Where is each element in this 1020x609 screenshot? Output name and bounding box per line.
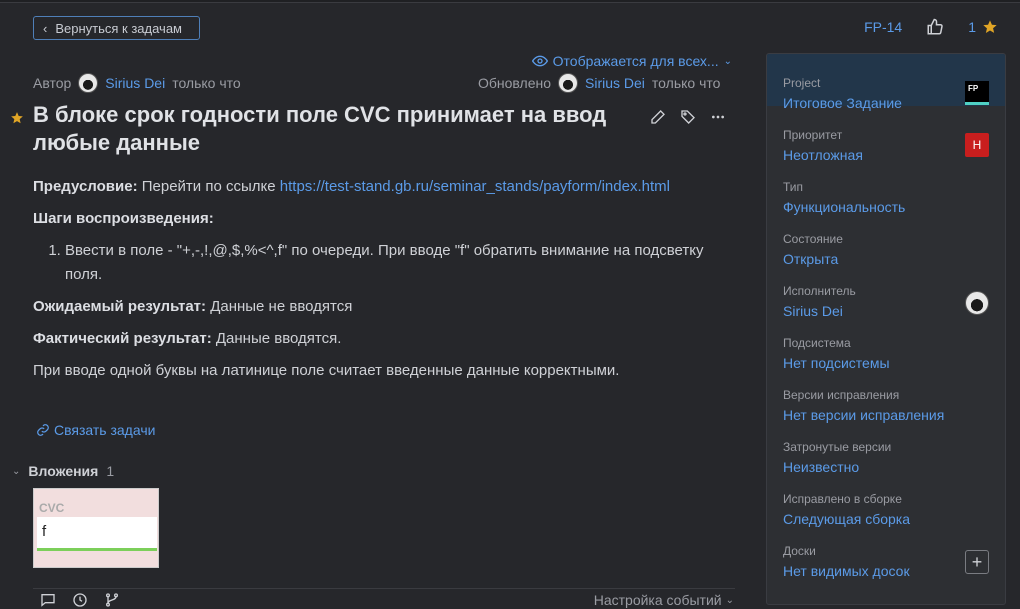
updated-meta: Обновлено Sirius Dei только что	[478, 73, 721, 93]
attachments-label: Вложения	[28, 463, 99, 479]
author-time: только что	[172, 75, 241, 91]
event-settings-button[interactable]: Настройка событий ⌄	[594, 592, 734, 608]
link-icon	[37, 424, 49, 436]
issue-note: При вводе одной буквы на латинице поле с…	[33, 362, 620, 379]
actual-result: Фактический результат: Данные вводятся.	[33, 327, 723, 351]
avatar	[965, 291, 989, 315]
thumb-up-icon[interactable]	[926, 18, 944, 36]
issue-description: Предусловие: Перейти по ссылке https://t…	[33, 175, 723, 391]
chevron-down-icon: ⌄	[12, 465, 21, 477]
thumbnail-value: f	[42, 523, 47, 540]
field-value[interactable]: Нет видимых досок	[783, 563, 910, 579]
field-label: Исправлено в сборке	[783, 492, 902, 506]
field-type[interactable]: Тип Функциональность	[767, 158, 1005, 215]
priority-icon: H	[965, 133, 989, 157]
field-fix-versions[interactable]: Версии исправления Нет версии исправлени…	[767, 366, 1005, 423]
author-meta: Автор Sirius Dei только что	[33, 73, 241, 93]
author-name-link[interactable]: Sirius Dei	[105, 75, 165, 91]
activity-tabs	[40, 592, 120, 608]
expected-text: Данные не вводятся	[206, 298, 353, 315]
field-state[interactable]: Состояние Открыта	[767, 210, 1005, 267]
divider	[33, 588, 735, 589]
field-label: Состояние	[783, 232, 843, 246]
author-label: Автор	[33, 75, 72, 91]
issue-header-actions: FP-14 1	[864, 16, 998, 38]
field-project[interactable]: Project Итоговое Задание FP	[767, 54, 1005, 111]
issue-fields-panel: Project Итоговое Задание FP Приоритет Не…	[766, 53, 1006, 605]
more-icon[interactable]	[710, 109, 726, 125]
actual-text: Данные вводятся.	[211, 330, 342, 347]
star-icon[interactable]	[982, 19, 998, 35]
field-boards[interactable]: Доски Нет видимых досок +	[767, 522, 1005, 579]
attachment-thumbnail[interactable]: CVC f	[33, 488, 159, 568]
field-label: Тип	[783, 180, 804, 194]
field-priority[interactable]: Приоритет Неотложная H	[767, 106, 1005, 163]
tag-icon[interactable]	[680, 109, 696, 125]
branch-icon[interactable]	[104, 592, 120, 608]
pencil-icon[interactable]	[650, 109, 666, 125]
link-issues-label: Связать задачи	[54, 422, 156, 438]
chevron-down-icon: ⌄	[725, 594, 734, 606]
field-fixed-in-build[interactable]: Исправлено в сборке Следующая сборка	[767, 470, 1005, 527]
field-affected-versions[interactable]: Затронутые версии Неизвестно	[767, 418, 1005, 475]
field-label: Исполнитель	[783, 284, 856, 298]
back-button-label: Вернуться к задачам	[55, 20, 182, 36]
back-to-issues-button[interactable]: ‹ Вернуться к задачам	[33, 16, 200, 40]
field-assignee[interactable]: Исполнитель Sirius Dei	[767, 262, 1005, 319]
link-issues-button[interactable]: Связать задачи	[36, 422, 155, 438]
avatar[interactable]	[558, 73, 579, 93]
avatar[interactable]	[78, 73, 99, 93]
field-label: Затронутые версии	[783, 440, 892, 454]
field-label: Доски	[783, 544, 816, 558]
expected-label: Ожидаемый результат:	[33, 298, 207, 315]
issue-title: В блоке срок годности поле CVC принимает…	[33, 102, 607, 155]
precondition-text: Перейти по ссылке	[137, 178, 280, 195]
comment-icon[interactable]	[40, 592, 56, 608]
field-label: Приоритет	[783, 128, 843, 142]
chevron-down-icon: ⌄	[723, 55, 732, 67]
updated-name-link[interactable]: Sirius Dei	[585, 75, 645, 91]
precondition: Предусловие: Перейти по ссылке https://t…	[33, 175, 723, 199]
updated-time: только что	[651, 75, 721, 91]
history-icon[interactable]	[72, 592, 88, 608]
expected-result: Ожидаемый результат: Данные не вводятся	[33, 295, 723, 319]
project-icon: FP	[965, 81, 989, 105]
steps-list: Ввести в поле - "+,-,!,@,$,%<^,f" по оче…	[65, 239, 723, 287]
thumbnail-caption: CVC	[39, 501, 65, 515]
field-label: Project	[783, 76, 821, 90]
title-actions	[650, 109, 726, 125]
steps-heading: Шаги воспроизведения:	[33, 207, 723, 231]
visibility-selector[interactable]: Отображается для всех... ⌄	[531, 53, 732, 69]
issue-id-link[interactable]: FP-14	[864, 19, 902, 35]
chevron-left-icon: ‹	[43, 20, 48, 36]
plus-icon[interactable]: +	[965, 550, 989, 574]
field-label: Подсистема	[783, 336, 851, 350]
actual-label: Фактический результат:	[33, 330, 212, 347]
updated-label: Обновлено	[478, 75, 552, 91]
field-label: Версии исправления	[783, 388, 900, 402]
event-settings-label: Настройка событий	[593, 592, 722, 608]
steps-label: Шаги воспроизведения:	[33, 210, 214, 227]
precondition-label: Предусловие:	[33, 178, 138, 195]
visibility-label: Отображается для всех...	[552, 53, 719, 69]
attachments-count: 1	[106, 463, 115, 479]
precondition-link[interactable]: https://test-stand.gb.ru/seminar_stands/…	[280, 178, 670, 195]
star-icon[interactable]	[10, 111, 24, 125]
eye-icon	[531, 55, 548, 67]
attachments-toggle[interactable]: ⌄ Вложения 1	[12, 463, 114, 479]
star-count: 1	[968, 19, 976, 35]
top-border	[0, 0, 1020, 3]
field-subsystem[interactable]: Подсистема Нет подсистемы	[767, 314, 1005, 371]
list-item: Ввести в поле - "+,-,!,@,$,%<^,f" по оче…	[65, 239, 723, 287]
thumbnail-field: f	[37, 517, 157, 551]
